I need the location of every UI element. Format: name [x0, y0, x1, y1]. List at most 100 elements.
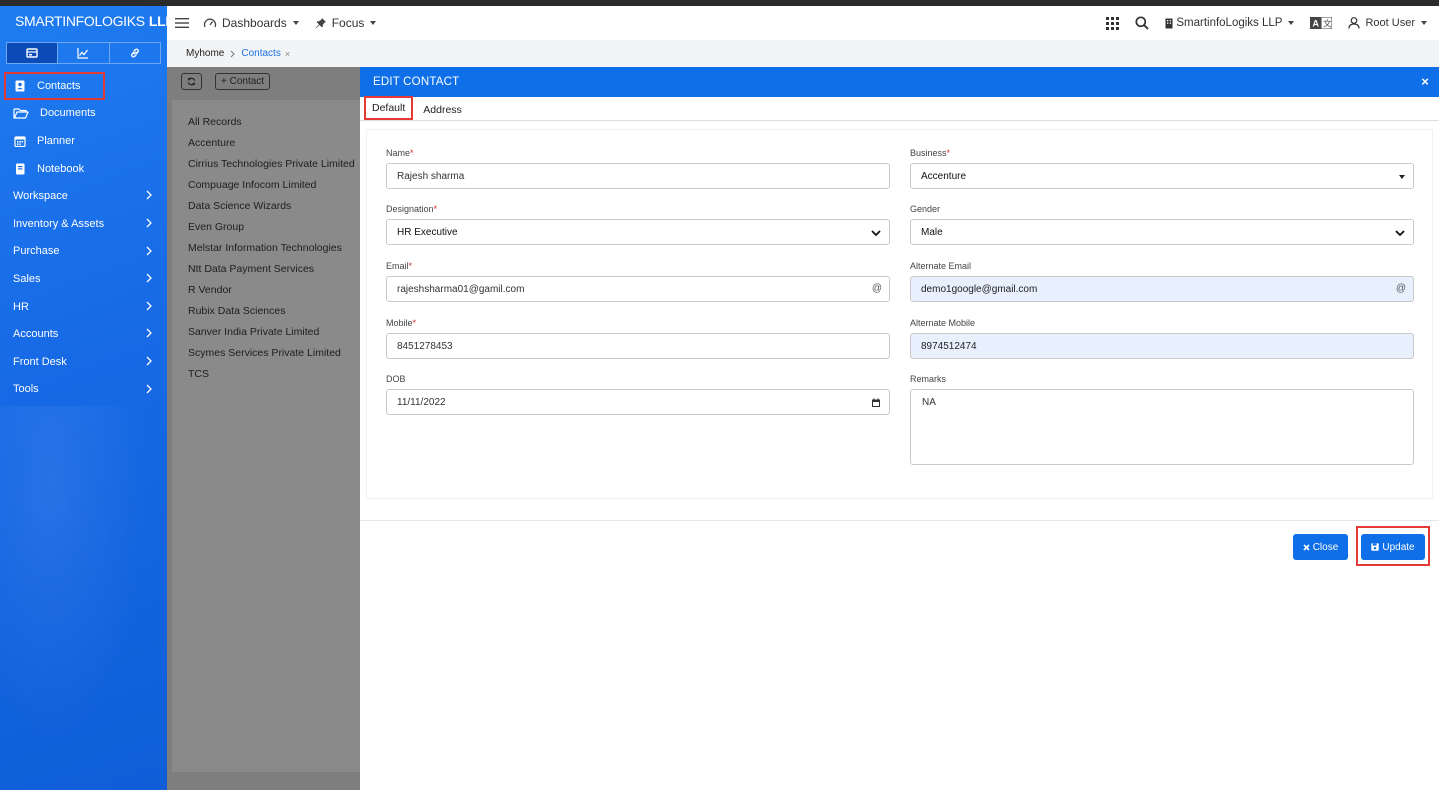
sidebar-item-label: Accounts [13, 328, 59, 341]
sidebar-item-label: Tools [13, 383, 39, 396]
sidebar-item-contacts[interactable]: Contacts [4, 72, 105, 100]
company-name: SmartinfoLogiks LLP [1176, 17, 1283, 29]
email-input[interactable]: rajeshsharma01@gamil.com @ [386, 276, 890, 302]
email-value: rajeshsharma01@gamil.com [397, 283, 525, 295]
sidebar-item-inventory[interactable]: Inventory & Assets [0, 210, 167, 238]
sidebar-item-planner[interactable]: Planner [0, 127, 167, 155]
gender-select[interactable]: Male [910, 219, 1414, 245]
gender-field-group: Gender Male [910, 204, 1414, 245]
designation-value: HR Executive [397, 226, 458, 238]
user-name: Root User [1365, 17, 1415, 29]
sidebar-item-label: Sales [13, 272, 41, 285]
list-item[interactable]: Cirrius Technologies Private Limited [172, 153, 360, 174]
sidebar-item-notebook[interactable]: Notebook [0, 155, 167, 183]
update-button[interactable]: Update [1361, 534, 1425, 560]
sidebar-item-accounts[interactable]: Accounts [0, 320, 167, 348]
close-button[interactable]: Close [1293, 534, 1348, 560]
brand-name: SMARTINFOLOGIKS [15, 13, 145, 29]
translate-icon[interactable]: A 文 [1310, 17, 1333, 30]
business-field-group: Business* Accenture [910, 148, 1414, 189]
caret-down-icon [1399, 175, 1405, 179]
list-item[interactable]: Compuage Infocom Limited [172, 174, 360, 195]
add-contact-button[interactable]: + Contact [215, 72, 271, 90]
sidebar-item-front-desk[interactable]: Front Desk [0, 348, 167, 376]
edit-contact-modal: EDIT CONTACT × Default Address Name* Raj… [360, 67, 1439, 790]
sidebar-item-documents[interactable]: Documents [0, 100, 167, 128]
list-item[interactable]: Data Science Wizards [172, 195, 360, 216]
refresh-button[interactable] [181, 72, 202, 90]
list-item[interactable]: Sanver India Private Limited [172, 321, 360, 342]
business-value: Accenture [921, 170, 967, 182]
dashboards-menu[interactable]: Dashboards [203, 16, 299, 30]
svg-text:A: A [1313, 19, 1320, 29]
sidebar-item-tools[interactable]: Tools [0, 376, 167, 404]
breadcrumb: Myhome Contacts × [167, 40, 1439, 67]
apps-grid-icon[interactable] [1106, 16, 1120, 30]
list-item[interactable]: R Vendor [172, 279, 360, 300]
sidebar-tab-links[interactable] [108, 43, 160, 63]
sidebar-item-label: Documents [40, 107, 96, 120]
modal-close-icon[interactable]: × [1421, 74, 1429, 89]
svg-text:文: 文 [1323, 19, 1332, 30]
caret-down-icon [292, 21, 299, 25]
at-icon: @ [1395, 283, 1406, 294]
dob-input[interactable]: 11/11/2022 [386, 389, 890, 415]
brand-logo[interactable]: SMARTINFOLOGIKS LLP [0, 6, 167, 36]
modal-tabs: Default Address [360, 96, 1439, 121]
business-select[interactable]: Accenture [910, 163, 1414, 189]
mobile-label: Mobile* [386, 318, 417, 328]
sidebar-item-label: Planner [37, 134, 75, 147]
sidebar-item-label: Inventory & Assets [13, 217, 105, 230]
alt-email-value: demo1google@gmail.com [921, 283, 1038, 295]
user-menu[interactable]: Root User [1348, 17, 1427, 29]
breadcrumb-current[interactable]: Contacts [241, 48, 280, 59]
sidebar-item-hr[interactable]: HR [0, 293, 167, 321]
chevron-right-icon [146, 218, 152, 228]
contact-card-icon [13, 79, 27, 93]
sidebar-item-label: Front Desk [13, 355, 67, 368]
list-item[interactable]: Ntt Data Payment Services [172, 258, 360, 279]
list-item[interactable]: Even Group [172, 216, 360, 237]
card-icon [26, 48, 38, 58]
modal-title: EDIT CONTACT [373, 76, 460, 88]
caret-down-icon [370, 21, 377, 25]
mobile-input[interactable]: 8451278453 [386, 333, 890, 359]
calendar-icon [13, 134, 27, 148]
tab-default[interactable]: Default [364, 96, 414, 120]
alt-email-input[interactable]: demo1google@gmail.com @ [910, 276, 1414, 302]
remarks-label: Remarks [910, 374, 947, 384]
list-item[interactable]: All Records [172, 111, 360, 132]
search-icon[interactable] [1135, 16, 1150, 30]
company-selector[interactable]: SmartinfoLogiks LLP [1165, 17, 1295, 29]
remarks-textarea[interactable]: NA [910, 389, 1414, 465]
mobile-field-group: Mobile* 8451278453 [386, 318, 890, 359]
designation-select[interactable]: HR Executive [386, 219, 890, 245]
hamburger-menu-icon[interactable] [175, 17, 189, 29]
gender-label: Gender [910, 204, 941, 214]
sidebar-item-workspace[interactable]: Workspace [0, 182, 167, 210]
sidebar-tabs [6, 42, 161, 64]
list-item[interactable]: Rubix Data Sciences [172, 300, 360, 321]
sidebar-tab-charts[interactable] [57, 43, 108, 63]
calendar-icon[interactable] [871, 398, 881, 408]
sidebar-item-purchase[interactable]: Purchase [0, 238, 167, 266]
refresh-icon [187, 77, 196, 85]
focus-label: Focus [331, 16, 365, 30]
chevron-right-icon [146, 356, 152, 366]
designation-label: Designation* [386, 204, 438, 214]
list-item[interactable]: Scymes Services Private Limited [172, 342, 360, 363]
tab-address[interactable]: Address [417, 100, 468, 120]
list-item[interactable]: TCS [172, 363, 360, 384]
sidebar-tab-menu[interactable] [7, 43, 58, 63]
alt-mobile-input[interactable]: 8974512474 [910, 333, 1414, 359]
list-item[interactable]: Accenture [172, 132, 360, 153]
breadcrumb-home[interactable]: Myhome [186, 48, 224, 59]
name-input[interactable]: Rajesh sharma [386, 163, 890, 189]
sidebar-item-sales[interactable]: Sales [0, 265, 167, 293]
update-button-label: Update [1382, 541, 1415, 553]
list-item[interactable]: Melstar Information Technologies [172, 237, 360, 258]
focus-menu[interactable]: Focus [315, 16, 377, 30]
breadcrumb-close-icon[interactable]: × [285, 49, 290, 59]
dob-label: DOB [386, 374, 406, 384]
sidebar-menu: Contacts Documents Planner Notebook Work… [0, 72, 167, 403]
